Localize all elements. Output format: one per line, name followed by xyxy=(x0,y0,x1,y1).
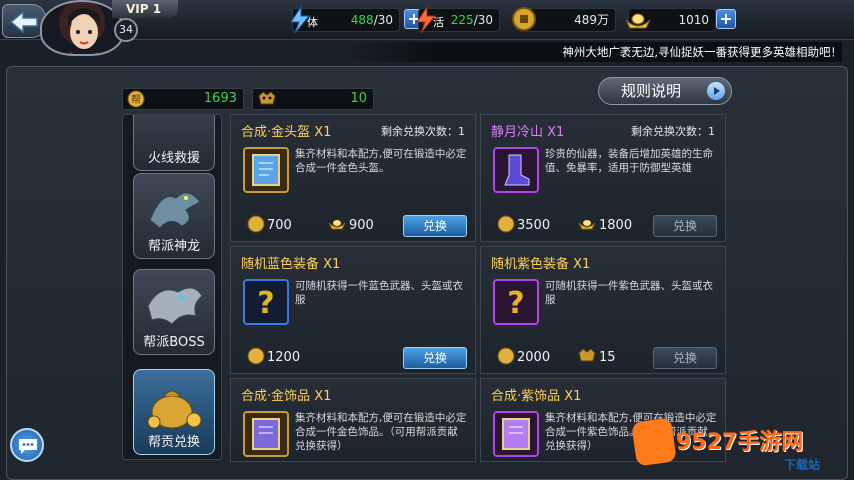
contribution-counter: 帮 1693 xyxy=(122,88,244,110)
gold-ingot-icon xyxy=(328,220,346,230)
price-ingot: 1800 xyxy=(577,215,632,233)
category-sidebar: 火线救援 帮派神龙 帮派BOSS 帮贡兑换 xyxy=(122,114,222,460)
announcement-marquee: 神州大地广袤无边,寻仙捉妖一番获得更多英雄相助吧！ xyxy=(342,42,842,62)
stamina-value: 488/30 xyxy=(350,13,393,27)
scroll-recipe-icon[interactable] xyxy=(493,411,539,457)
watermark-subtext: 下载站 xyxy=(784,458,821,472)
dragon-icon xyxy=(149,192,201,229)
tab-guild-dragon[interactable]: 帮派神龙 xyxy=(133,173,215,259)
vitality-value: 225/30 xyxy=(450,13,493,27)
price-contribution: 1200 xyxy=(247,347,300,365)
boss-token-icon xyxy=(258,91,276,105)
mystery-box-icon[interactable]: ? xyxy=(243,279,289,325)
coin-counter: 489万 xyxy=(512,7,616,32)
exchange-button[interactable]: 兑换 xyxy=(653,347,717,369)
mystery-box-icon[interactable]: ? xyxy=(493,279,539,325)
contribution-coin-icon: 帮 xyxy=(127,90,145,108)
tab-label: 帮派BOSS xyxy=(143,335,205,350)
exchange-item-random-purple: 随机紫色装备 X1 ? 可随机获得一件紫色武器、头盔或衣服 2000 15 兑换 xyxy=(480,246,726,374)
exchange-button[interactable]: 兑换 xyxy=(653,215,717,237)
add-ingot-button[interactable]: + xyxy=(716,9,736,29)
item-description: 集齐材料和本配方,便可在锻造中必定合成一件金色头盔。 xyxy=(295,148,467,174)
money-bag-icon xyxy=(147,390,202,429)
item-description: 可随机获得一件蓝色武器、头盔或衣服 xyxy=(295,280,463,306)
vip-badge: VIP 1 xyxy=(112,0,178,18)
remaining-exchanges: 剩余兑换次数：1 xyxy=(381,125,465,138)
tab-label: 火线救援 xyxy=(147,151,200,166)
chat-bubble-icon xyxy=(19,439,37,454)
exchange-item-gold-accessory: 合成·金饰品 X1 集齐材料和本配方,便可在锻造中必定合成一件金色饰品。（可用帮… xyxy=(230,378,476,462)
gold-ingot-icon xyxy=(578,220,596,230)
price-contribution: 2000 xyxy=(497,347,550,365)
player-level: 34 xyxy=(114,18,138,42)
rules-button[interactable]: 规则说明 xyxy=(598,77,732,105)
contribution-coin-icon xyxy=(247,215,265,233)
scroll-recipe-icon[interactable] xyxy=(243,147,289,193)
gold-ingot-icon xyxy=(625,13,651,29)
svg-text:?: ? xyxy=(257,286,274,321)
exchange-button[interactable]: 兑换 xyxy=(403,215,467,237)
exchange-item-moon-boots: 静月冷山 X1 剩余兑换次数：1 珍贵的仙器，装备后增加英雄的生命值、免暴率，适… xyxy=(480,114,726,242)
tab-fire-rescue[interactable]: 火线救援 xyxy=(133,115,215,171)
tab-label: 帮派神龙 xyxy=(147,239,200,254)
price-ingot: 900 xyxy=(327,215,374,233)
vitality-label: 活 xyxy=(433,16,444,29)
watermark-text: 9527手游网 xyxy=(676,430,804,455)
contribution-coin-icon xyxy=(497,215,515,233)
svg-text:?: ? xyxy=(507,286,524,321)
site-watermark: 9527手游网 下载站 xyxy=(631,417,850,478)
item-title: 静月冷山 X1 xyxy=(491,125,565,140)
tab-guild-boss[interactable]: 帮派BOSS xyxy=(133,269,215,355)
contribution-coin-icon xyxy=(247,347,265,365)
stamina-label: 体 xyxy=(307,16,318,29)
boots-icon[interactable] xyxy=(493,147,539,193)
price-boss-token: 15 xyxy=(577,347,616,365)
item-description: 可随机获得一件紫色武器、头盔或衣服 xyxy=(545,280,713,306)
tab-label: 帮贡兑换 xyxy=(147,435,200,450)
exchange-item-gold-helmet: 合成·金头盔 X1 剩余兑换次数：1 集齐材料和本配方,便可在锻造中必定合成一件… xyxy=(230,114,476,242)
chat-button[interactable] xyxy=(10,428,44,462)
arrow-right-icon xyxy=(707,82,725,100)
price-contribution: 700 xyxy=(247,215,292,233)
vitality-counter: 活 225/30 xyxy=(416,5,500,34)
back-arrow-icon xyxy=(9,10,38,34)
boss-token-counter: 10 xyxy=(252,88,374,110)
contribution-coin-icon xyxy=(497,347,515,365)
boss-token-icon xyxy=(578,348,596,362)
item-description: 集齐材料和本配方,便可在锻造中必定合成一件金色饰品。（可用帮派贡献兑换获得） xyxy=(295,412,467,452)
scroll-recipe-icon[interactable] xyxy=(243,411,289,457)
ingot-counter: 1010 xyxy=(625,8,716,32)
item-title: 合成·金饰品 X1 xyxy=(241,389,332,404)
contribution-value: 1693 xyxy=(203,91,237,106)
item-title: 随机蓝色装备 X1 xyxy=(241,257,341,272)
tab-contribution-exchange[interactable]: 帮贡兑换 xyxy=(133,369,215,455)
rules-label: 规则说明 xyxy=(621,82,682,100)
item-title: 随机紫色装备 X1 xyxy=(491,257,591,272)
coin-value: 489万 xyxy=(574,13,609,27)
watermark-logo-icon xyxy=(631,417,677,467)
item-description: 珍贵的仙器，装备后增加英雄的生命值、免暴率，适用于防御型英雄 xyxy=(545,148,713,174)
exchange-button[interactable]: 兑换 xyxy=(403,347,467,369)
remaining-exchanges: 剩余兑换次数：1 xyxy=(631,125,715,138)
svg-text:帮: 帮 xyxy=(131,94,141,106)
stamina-counter: 体 488/30 xyxy=(290,5,400,34)
exchange-item-random-blue: 随机蓝色装备 X1 ? 可随机获得一件蓝色武器、头盔或衣服 1200 兑换 xyxy=(230,246,476,374)
boss-token-value: 10 xyxy=(350,91,367,106)
coin-icon xyxy=(512,7,536,31)
ingot-value: 1010 xyxy=(678,13,709,27)
boss-icon xyxy=(147,287,203,325)
item-title: 合成·紫饰品 X1 xyxy=(491,389,582,404)
item-title: 合成·金头盔 X1 xyxy=(241,125,332,140)
price-contribution: 3500 xyxy=(497,215,550,233)
